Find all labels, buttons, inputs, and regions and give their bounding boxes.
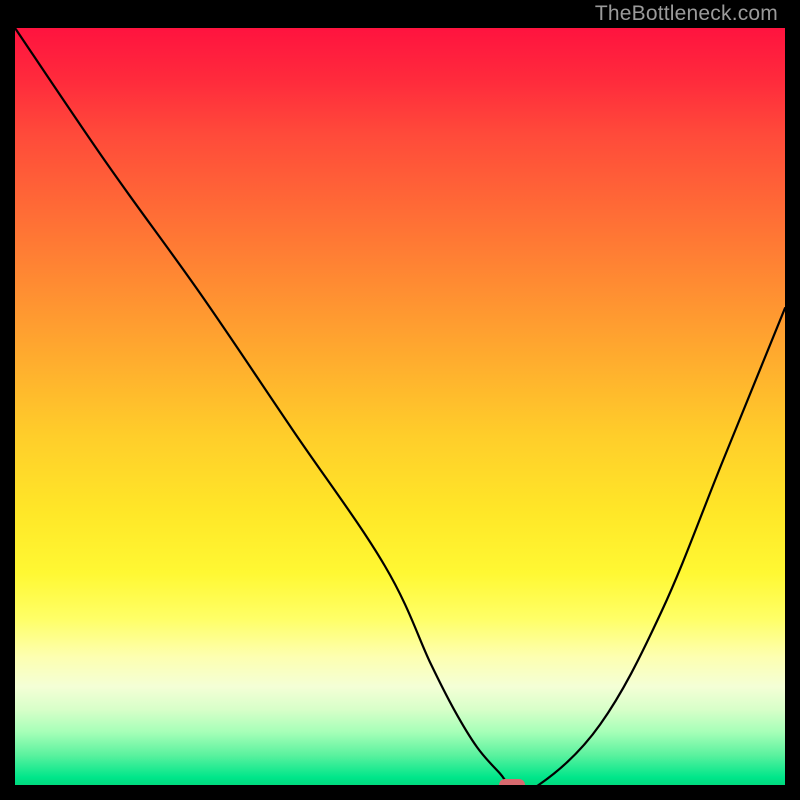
bottleneck-curve-path <box>15 28 785 785</box>
minimum-marker <box>499 779 525 785</box>
watermark-label: TheBottleneck.com <box>595 2 778 26</box>
curve-svg <box>15 28 785 785</box>
plot-area <box>15 28 785 785</box>
